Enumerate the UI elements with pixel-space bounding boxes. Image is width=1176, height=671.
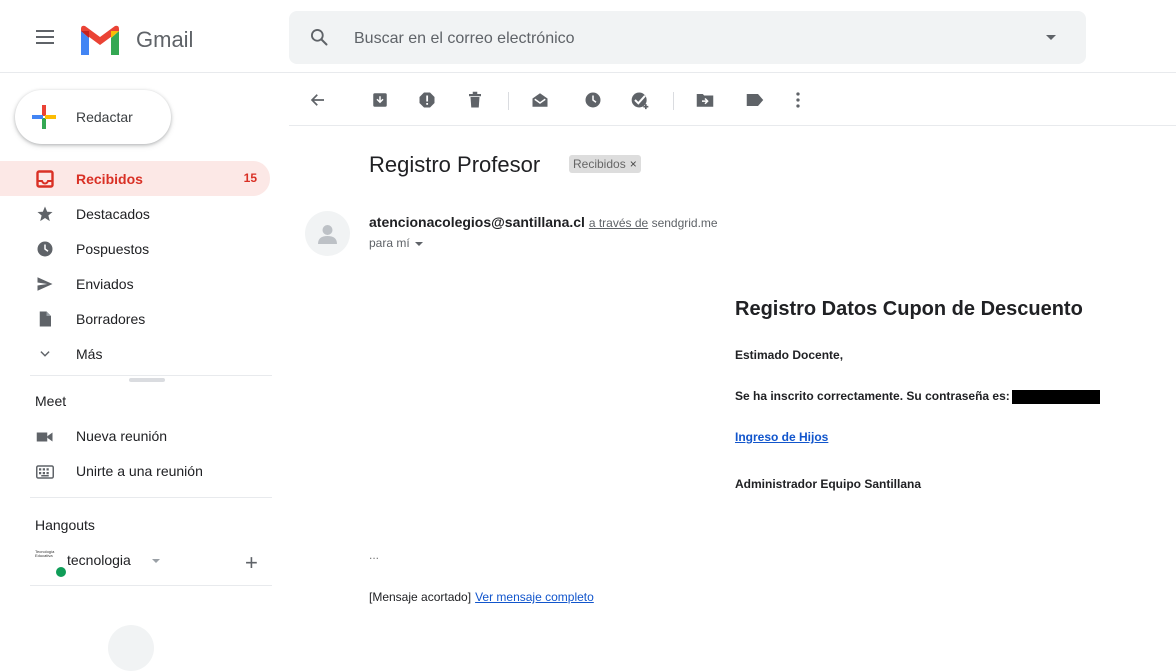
show-trimmed-content[interactable]: ...	[369, 548, 379, 562]
snooze-clock-icon[interactable]	[581, 88, 605, 112]
new-meeting-link[interactable]: Nueva reunión	[0, 420, 270, 452]
body-password-line: Se ha inscrito correctamente. Su contras…	[735, 389, 1100, 404]
toolbar-divider	[289, 125, 1176, 126]
clipped-message-notice: [Mensaje acortado] Ver mensaje completo	[369, 590, 594, 604]
sidebar-item-label: Recibidos	[76, 171, 143, 187]
sidebar-item-starred[interactable]: Destacados	[0, 196, 270, 231]
to-me-label: para mí	[369, 236, 410, 250]
add-to-tasks-icon[interactable]	[628, 88, 652, 112]
sidebar-item-label: Enviados	[76, 276, 134, 292]
sidebar-item-label: Destacados	[76, 206, 150, 222]
more-options-icon[interactable]	[786, 88, 810, 112]
send-icon	[36, 275, 54, 293]
back-arrow-icon[interactable]	[306, 88, 330, 112]
search-icon[interactable]	[309, 27, 329, 47]
sidebar-item-label: Más	[76, 346, 103, 362]
password-line-text: Se ha inscrito correctamente. Su contras…	[735, 389, 1010, 403]
via-domain: sendgrid.me	[651, 216, 718, 230]
inbox-label-chip[interactable]: Recibidos ×	[569, 155, 641, 173]
search-options-icon[interactable]	[1046, 35, 1056, 40]
inbox-icon	[36, 170, 54, 188]
sidebar-item-label: Borradores	[76, 311, 146, 327]
view-full-message-link[interactable]: Ver mensaje completo	[475, 590, 594, 604]
video-camera-icon	[36, 428, 54, 446]
sidebar-item-drafts[interactable]: Borradores	[0, 301, 270, 336]
sidebar-item-sent[interactable]: Enviados	[0, 266, 270, 301]
sidebar-item-more[interactable]: Más	[0, 336, 270, 371]
label-tag-icon[interactable]	[743, 88, 767, 112]
join-meeting-label: Unirte a una reunión	[76, 463, 203, 479]
compose-button[interactable]: Redactar	[15, 90, 171, 144]
new-conversation-plus-icon[interactable]: +	[245, 550, 258, 576]
sidebar-nav: Recibidos 15 Destacados Pospuestos Envia…	[0, 161, 280, 371]
meet-section-title: Meet	[35, 393, 67, 409]
redacted-password	[1011, 389, 1100, 404]
report-spam-icon[interactable]	[415, 88, 439, 112]
online-status-icon	[55, 566, 67, 578]
body-title: Registro Datos Cupon de Descuento	[735, 298, 1083, 320]
person-icon	[318, 225, 337, 244]
chevron-down-icon	[36, 345, 54, 363]
sender-line: atencionacolegios@santillana.cl a través…	[369, 214, 718, 230]
mark-unread-icon[interactable]	[528, 88, 552, 112]
hangouts-tab-button[interactable]	[108, 625, 154, 671]
user-status-dropdown-icon[interactable]	[152, 559, 160, 563]
unread-count: 15	[243, 171, 257, 185]
sidebar-item-inbox[interactable]: Recibidos 15	[0, 161, 270, 196]
body-greeting: Estimado Docente,	[735, 348, 844, 362]
move-to-folder-icon[interactable]	[693, 88, 717, 112]
draft-icon	[36, 310, 54, 328]
hangouts-section-title: Hangouts	[35, 517, 95, 533]
toolbar-separator	[508, 92, 509, 110]
via-link[interactable]: a través de	[589, 216, 648, 230]
show-details-icon[interactable]	[414, 241, 423, 246]
keyboard-icon	[36, 463, 54, 481]
sidebar-item-label: Pospuestos	[76, 241, 150, 257]
toolbar-separator	[673, 92, 674, 110]
archive-icon[interactable]	[368, 88, 392, 112]
divider	[30, 497, 272, 498]
gmail-logo-icon[interactable]	[78, 25, 122, 59]
sender-email[interactable]: atencionacolegios@santillana.cl	[369, 214, 585, 230]
ingreso-hijos-link[interactable]: Ingreso de Hijos	[735, 430, 828, 444]
search-input[interactable]	[352, 25, 1006, 53]
hangouts-user[interactable]: Tecnología Educativa tecnologia +	[0, 548, 270, 578]
email-body: Registro Datos Cupon de Descuento Estima…	[735, 298, 1175, 491]
plus-icon	[32, 105, 56, 129]
divider	[30, 375, 272, 376]
message-toolbar	[300, 80, 1176, 120]
hangouts-user-name: tecnologia	[67, 552, 131, 568]
remove-label-icon[interactable]: ×	[630, 157, 637, 171]
delete-trash-icon[interactable]	[463, 88, 487, 112]
star-icon	[36, 205, 54, 223]
compose-label: Redactar	[76, 109, 133, 125]
label-chip-text: Recibidos	[573, 157, 626, 171]
clock-icon	[36, 240, 54, 258]
join-meeting-link[interactable]: Unirte a una reunión	[0, 455, 270, 487]
search-bar[interactable]	[289, 11, 1086, 64]
recipient-line[interactable]: para mí	[369, 236, 423, 250]
email-subject: Registro Profesor	[369, 152, 541, 177]
divider	[30, 585, 272, 586]
sender-avatar	[305, 211, 350, 256]
main-menu-icon[interactable]	[36, 30, 54, 44]
clipped-text: [Mensaje acortado]	[369, 590, 472, 604]
body-signature: Administrador Equipo Santillana	[735, 477, 922, 491]
resize-handle[interactable]	[129, 378, 165, 382]
app-name: Gmail	[136, 27, 194, 52]
new-meeting-label: Nueva reunión	[76, 428, 168, 444]
top-bar: Gmail	[0, 0, 1176, 73]
sidebar-item-snoozed[interactable]: Pospuestos	[0, 231, 270, 266]
